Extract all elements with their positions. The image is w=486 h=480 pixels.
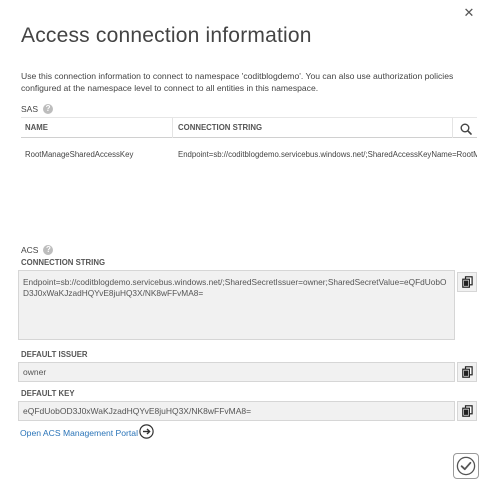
default-issuer-field[interactable]: owner [18, 362, 455, 382]
sas-label-text: SAS [21, 104, 39, 114]
column-header-name[interactable]: NAME [25, 123, 48, 132]
table-row[interactable]: RootManageSharedAccessKey Endpoint=sb://… [21, 138, 477, 170]
column-divider [452, 118, 453, 138]
close-button[interactable]: ✕ [462, 6, 476, 20]
search-icon[interactable] [459, 122, 473, 136]
sas-policies-table: NAME CONNECTION STRING RootManageSharedA… [21, 117, 477, 170]
arrow-right-circle-icon[interactable] [139, 424, 154, 439]
sas-table-header: NAME CONNECTION STRING [21, 117, 477, 138]
default-key-label: DEFAULT KEY [21, 389, 75, 398]
dialog-description: Use this connection information to conne… [21, 71, 454, 93]
column-divider [172, 118, 173, 138]
policy-connection-string-cell: Endpoint=sb://coditblogdemo.servicebus.w… [178, 150, 477, 159]
acs-label-text: ACS [21, 245, 39, 255]
open-acs-portal-link[interactable]: Open ACS Management Portal [20, 428, 138, 438]
copy-connection-string-button[interactable] [457, 272, 477, 292]
sas-section-label: SAS ? [21, 104, 54, 114]
acs-connection-string-field[interactable]: Endpoint=sb://coditblogdemo.servicebus.w… [18, 270, 455, 340]
checkmark-icon [456, 456, 476, 476]
ok-button[interactable] [453, 453, 479, 479]
copy-default-issuer-button[interactable] [457, 362, 477, 382]
copy-icon [461, 366, 473, 378]
close-icon: ✕ [463, 5, 475, 20]
connection-string-label: CONNECTION STRING [21, 258, 106, 267]
help-icon[interactable]: ? [43, 104, 54, 114]
column-header-connection-string[interactable]: CONNECTION STRING [178, 123, 262, 132]
copy-default-key-button[interactable] [457, 401, 477, 421]
default-key-field[interactable]: eQFdUobOD3J0xWaKJzadHQYvE8juHQ3X/NK8wFFv… [18, 401, 455, 421]
help-icon[interactable]: ? [43, 245, 54, 255]
acs-section-label: ACS ? [21, 245, 54, 255]
copy-icon [461, 276, 473, 288]
default-issuer-label: DEFAULT ISSUER [21, 350, 88, 359]
policy-name-cell: RootManageSharedAccessKey [25, 150, 134, 159]
dialog-title: Access connection information [21, 24, 312, 47]
copy-icon [461, 405, 473, 417]
